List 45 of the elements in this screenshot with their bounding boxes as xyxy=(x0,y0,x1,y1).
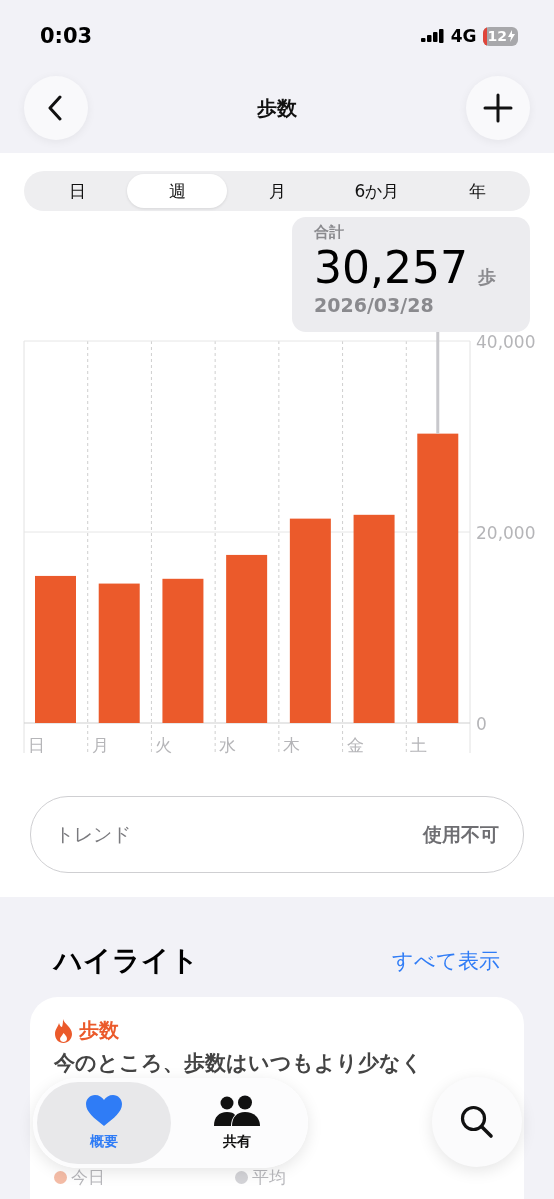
legend-label: 平均 xyxy=(252,1166,286,1189)
trend-row[interactable]: トレンド 使用不可 xyxy=(30,796,524,873)
axis-tick-label: 月 xyxy=(91,735,109,755)
card-category: 歩数 xyxy=(79,1017,119,1044)
heart-icon xyxy=(85,1095,122,1127)
people-icon xyxy=(214,1095,261,1127)
summary-unit: 歩 xyxy=(477,265,496,289)
section-title: ハイライト xyxy=(54,943,199,979)
battery-icon: 12 xyxy=(482,26,518,46)
show-all-link[interactable]: すべて表示 xyxy=(392,947,500,975)
trend-label: トレンド xyxy=(55,821,131,847)
legend-label: 今日 xyxy=(71,1166,105,1189)
bar[interactable] xyxy=(162,578,204,723)
summary-label: 合計 xyxy=(314,223,345,242)
period-tab[interactable]: 6か月 xyxy=(327,174,427,208)
summary-value: 30,257 xyxy=(314,244,468,293)
flame-icon xyxy=(54,1018,73,1043)
bar[interactable] xyxy=(226,554,268,723)
axis-tick-label: 土 xyxy=(410,735,428,755)
axis-tick-label: 日 xyxy=(28,735,45,755)
trend-value: 使用不可 xyxy=(423,821,499,847)
axis-tick-label: 40,000 xyxy=(476,332,536,352)
period-tab[interactable]: 日 xyxy=(27,174,127,208)
axis-tick-label: 20,000 xyxy=(476,523,536,543)
bar[interactable] xyxy=(353,514,395,723)
page-title: 歩数 xyxy=(257,94,297,122)
period-tab[interactable]: 年 xyxy=(427,174,527,208)
axis-tick-label: 木 xyxy=(282,735,300,755)
plus-icon xyxy=(483,93,513,123)
card-text: 今のところ、歩数はいつもより少なく xyxy=(54,1050,424,1076)
network-label: 4G xyxy=(450,26,477,46)
bar[interactable] xyxy=(289,518,331,723)
summary-date: 2026/03/28 xyxy=(314,294,435,317)
axis-tick-label: 金 xyxy=(346,735,364,755)
axis-tick-label: 火 xyxy=(155,735,173,755)
tab-item[interactable]: 共有 xyxy=(170,1082,304,1164)
axis-tick-label: 水 xyxy=(219,735,237,755)
status-time: 0:03 xyxy=(40,24,93,48)
bar[interactable] xyxy=(417,433,459,723)
period-tab[interactable]: 月 xyxy=(227,174,327,208)
search-icon xyxy=(460,1105,494,1139)
signal-icon xyxy=(420,29,445,43)
bar[interactable] xyxy=(98,583,140,723)
axis-tick-label: 0 xyxy=(476,714,487,734)
period-tab[interactable]: 週 xyxy=(127,174,227,208)
